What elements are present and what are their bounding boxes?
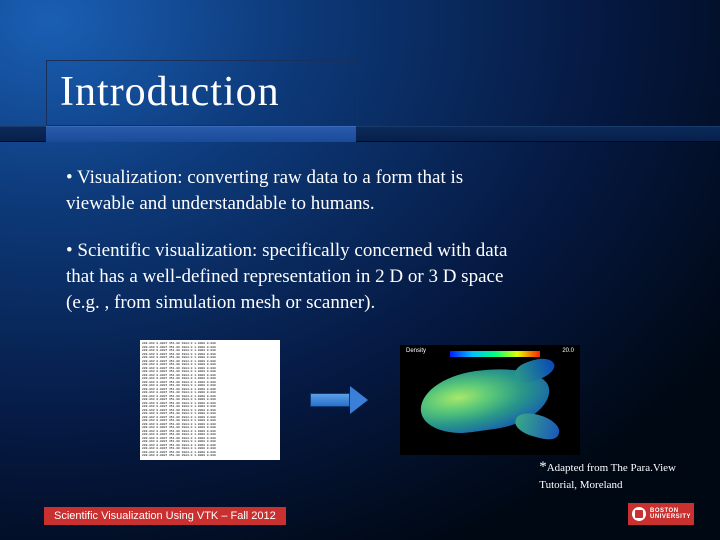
title-accent-bar	[46, 126, 356, 142]
visualization-figure: Density 20.0	[400, 345, 580, 455]
colorbar	[450, 351, 540, 357]
figure-row: 209.863 0.0007 351.00 1984.0 1.0000 0.00…	[140, 340, 640, 460]
citation-line1: Adapted from The Para.View	[547, 462, 676, 474]
logo-line2: UNIVERSITY	[650, 514, 694, 520]
bullet-2: • Scientific visualization: specifically…	[66, 238, 536, 315]
slide-title-block: Introduction	[60, 68, 660, 116]
viz-label-left: Density	[406, 348, 426, 354]
raw-data-figure: 209.863 0.0007 351.00 1984.0 1.0000 0.00…	[140, 340, 280, 460]
bullet-1: • Visualization: converting raw data to …	[66, 165, 536, 216]
footer-bar: Scientific Visualization Using VTK – Fal…	[44, 507, 286, 525]
slide-title: Introduction	[60, 68, 660, 116]
citation-star: *	[539, 459, 547, 475]
citation-line2: Tutorial, Moreland	[539, 479, 622, 491]
content-area: • Visualization: converting raw data to …	[66, 165, 536, 337]
citation: *Adapted from The Para.View Tutorial, Mo…	[539, 458, 676, 492]
arrow-icon	[310, 385, 370, 415]
boston-university-logo: BOSTON UNIVERSITY	[628, 503, 694, 525]
viz-label-right: 20.0	[562, 348, 574, 354]
